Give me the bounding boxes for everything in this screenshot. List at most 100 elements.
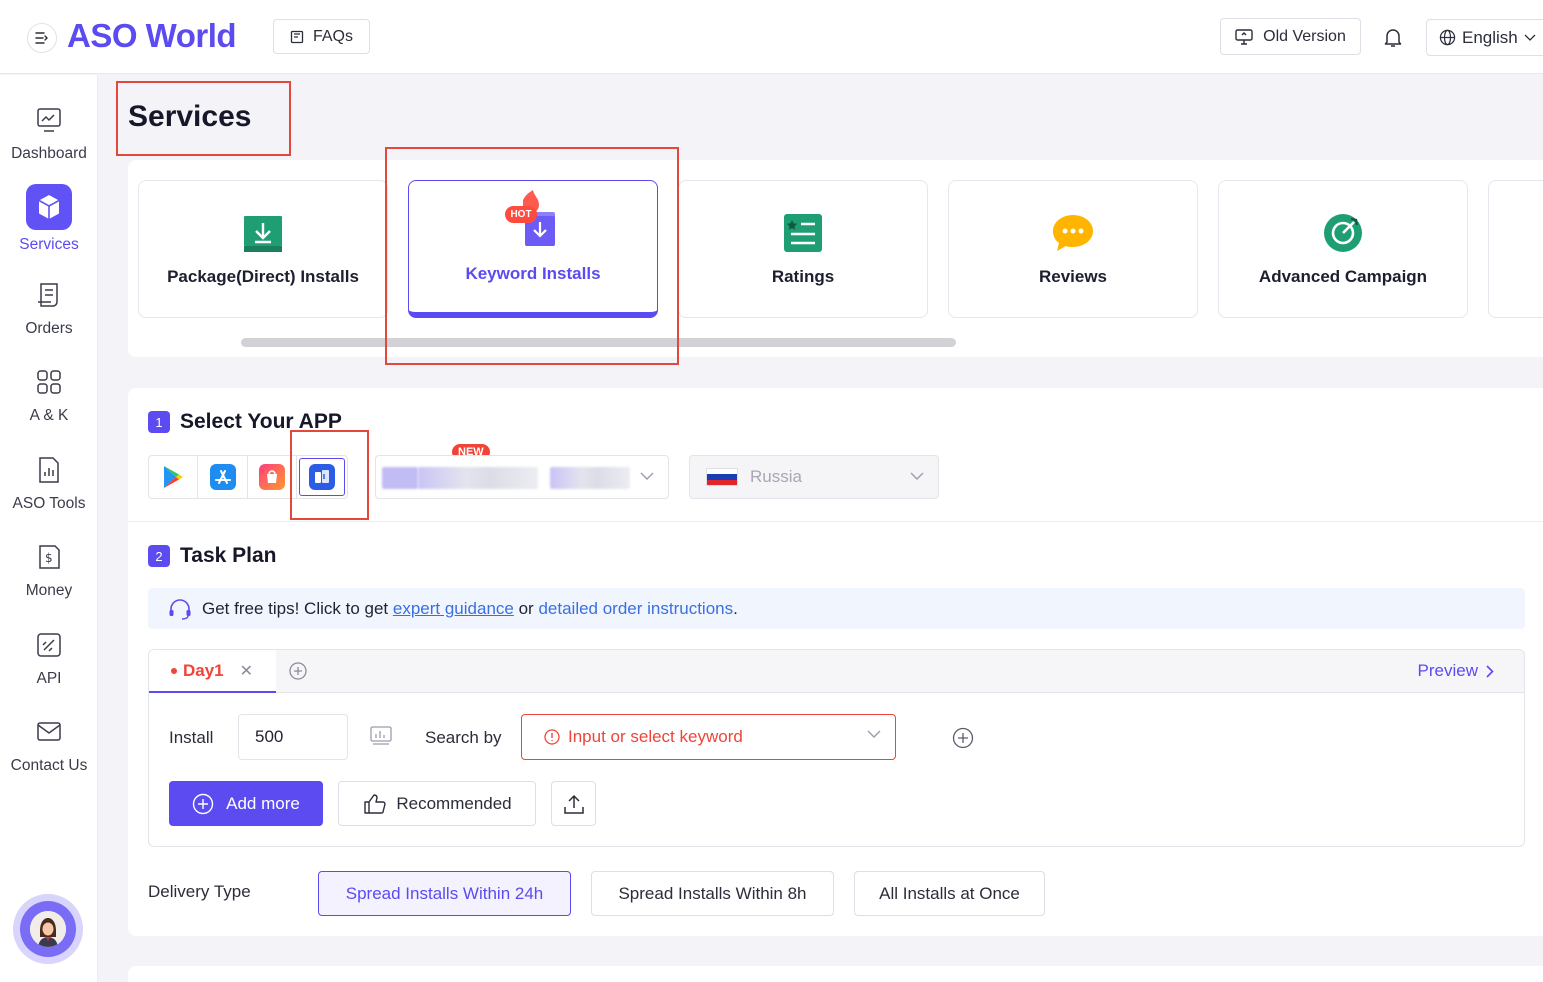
old-version-button[interactable]: Old Version — [1220, 18, 1361, 55]
chevron-down-icon — [640, 472, 654, 480]
service-card-partial[interactable] — [1488, 180, 1543, 318]
delivery-option-label: Spread Installs Within 8h — [618, 883, 807, 903]
keyword-download-icon: HOT — [505, 190, 561, 250]
tip-suffix: . — [733, 598, 738, 618]
add-more-button[interactable]: Add more — [169, 781, 323, 826]
service-label: Ratings — [771, 267, 835, 286]
warning-circle-icon — [544, 729, 560, 745]
step-title: Task Plan — [180, 544, 277, 567]
service-label: Keyword Installs — [465, 264, 601, 283]
day-tabs-bar: Day1 ✕ Preview — [149, 650, 1524, 693]
tip-middle: or — [518, 598, 534, 618]
store-app-gallery[interactable] — [299, 458, 345, 496]
top-bar: ASO World FAQs Old Version English — [0, 0, 1543, 74]
notification-bell-icon[interactable] — [1381, 25, 1405, 49]
store-selector — [148, 455, 348, 499]
keyword-select[interactable]: Input or select keyword — [521, 714, 896, 760]
status-dot — [171, 667, 177, 674]
order-instructions-link[interactable]: detailed order instructions — [538, 599, 733, 618]
install-label: Install — [169, 728, 214, 747]
section-divider — [128, 521, 1543, 522]
sidebar-item-a-and-k[interactable]: A & K — [0, 367, 98, 425]
services-carousel: Package(Direct) Installs HOT Keyword Ins… — [128, 160, 1543, 357]
grid-icon — [34, 367, 64, 397]
target-icon — [1324, 214, 1362, 252]
hot-badge: HOT — [505, 206, 537, 223]
ratings-list-icon — [784, 214, 822, 252]
country-label: Russia — [750, 467, 802, 486]
install-value: 500 — [255, 727, 284, 746]
menu-collapse-icon — [35, 32, 48, 44]
headset-icon — [169, 598, 191, 620]
install-quantity-input[interactable]: 500 — [238, 714, 348, 760]
add-more-label: Add more — [226, 793, 300, 813]
preview-label: Preview — [1417, 661, 1478, 680]
order-form-card: 1 Select Your APP NEW Russia 2 Task Plan — [128, 388, 1543, 936]
sidebar-item-label: API — [36, 670, 62, 687]
sidebar-item-label: ASO Tools — [12, 495, 86, 512]
step-title: Select Your APP — [180, 410, 342, 433]
delivery-option-8h[interactable]: Spread Installs Within 8h — [591, 871, 834, 916]
close-icon[interactable]: ✕ — [240, 661, 253, 681]
chevron-down-icon — [1524, 34, 1536, 41]
faq-button[interactable]: FAQs — [273, 19, 370, 54]
delivery-option-24h[interactable]: Spread Installs Within 24h — [318, 871, 571, 916]
step-task-plan: 2 Task Plan — [148, 544, 277, 568]
sidebar-item-money[interactable]: $ Money — [0, 542, 98, 600]
step-number: 1 — [148, 411, 170, 433]
menu-toggle-button[interactable] — [27, 23, 57, 53]
tips-banner: Get free tips! Click to get expert guida… — [148, 588, 1525, 629]
service-card-ratings[interactable]: Ratings — [678, 180, 928, 318]
chevron-right-icon — [1486, 664, 1494, 678]
reviews-chat-icon — [1053, 215, 1093, 251]
delivery-option-label: Spread Installs Within 24h — [345, 883, 544, 903]
preview-button[interactable]: Preview — [1418, 661, 1494, 681]
step-select-app: 1 Select Your APP — [148, 410, 342, 434]
store-google-play[interactable] — [149, 456, 199, 498]
add-keyword-icon[interactable] — [952, 727, 974, 749]
chevron-down-icon — [867, 730, 881, 738]
sidebar-item-contact-us[interactable]: Contact Us — [0, 717, 98, 775]
sidebar: Dashboard Services Orders A & K ASO Tool… — [0, 75, 98, 982]
sidebar-item-aso-tools[interactable]: ASO Tools — [0, 455, 98, 513]
app-select-dropdown[interactable] — [375, 455, 669, 499]
faq-label: FAQs — [312, 27, 353, 45]
search-by-label: Search by — [425, 728, 502, 747]
service-card-advanced-campaign[interactable]: Advanced Campaign — [1218, 180, 1468, 318]
bar-chart-icon[interactable] — [370, 726, 392, 746]
add-day-icon[interactable] — [289, 662, 307, 680]
task-plan-panel: Day1 ✕ Preview Install 500 Search by Inp… — [148, 649, 1525, 847]
keyword-placeholder: Input or select keyword — [568, 727, 743, 746]
service-label: Package(Direct) Installs — [167, 267, 359, 286]
delivery-option-all-at-once[interactable]: All Installs at Once — [854, 871, 1045, 916]
sidebar-item-services[interactable]: Services — [0, 184, 98, 254]
tab-day1[interactable]: Day1 ✕ — [149, 650, 276, 693]
chevron-down-icon — [910, 472, 924, 480]
sidebar-item-label: Orders — [25, 320, 73, 337]
step-number: 2 — [148, 545, 170, 567]
old-version-label: Old Version — [1263, 27, 1346, 45]
carousel-scrollbar[interactable] — [241, 338, 956, 347]
app-store-icon — [209, 464, 236, 490]
store-app-store[interactable] — [198, 456, 248, 498]
service-card-package-installs[interactable]: Package(Direct) Installs — [138, 180, 388, 318]
brand-logo[interactable]: ASO World — [67, 17, 237, 55]
sidebar-item-orders[interactable]: Orders — [0, 280, 98, 338]
sidebar-item-label: Contact Us — [10, 757, 88, 774]
recommended-button[interactable]: Recommended — [338, 781, 536, 826]
upload-button[interactable] — [551, 781, 596, 826]
aso-tools-icon — [34, 455, 64, 485]
sidebar-item-dashboard[interactable]: Dashboard — [0, 105, 98, 163]
store-shop[interactable] — [248, 456, 298, 498]
delivery-type-label: Delivery Type — [148, 882, 251, 901]
service-card-reviews[interactable]: Reviews — [948, 180, 1198, 318]
support-avatar[interactable] — [13, 894, 83, 964]
country-select-dropdown[interactable]: Russia — [689, 455, 939, 499]
sidebar-item-api[interactable]: API — [0, 630, 98, 688]
language-select[interactable]: English — [1426, 19, 1543, 56]
service-card-keyword-installs[interactable]: HOT Keyword Installs — [408, 180, 658, 318]
expert-guidance-link[interactable]: expert guidance — [393, 599, 514, 618]
mail-icon — [34, 717, 64, 747]
dashboard-icon — [34, 105, 64, 135]
money-icon: $ — [34, 542, 64, 572]
